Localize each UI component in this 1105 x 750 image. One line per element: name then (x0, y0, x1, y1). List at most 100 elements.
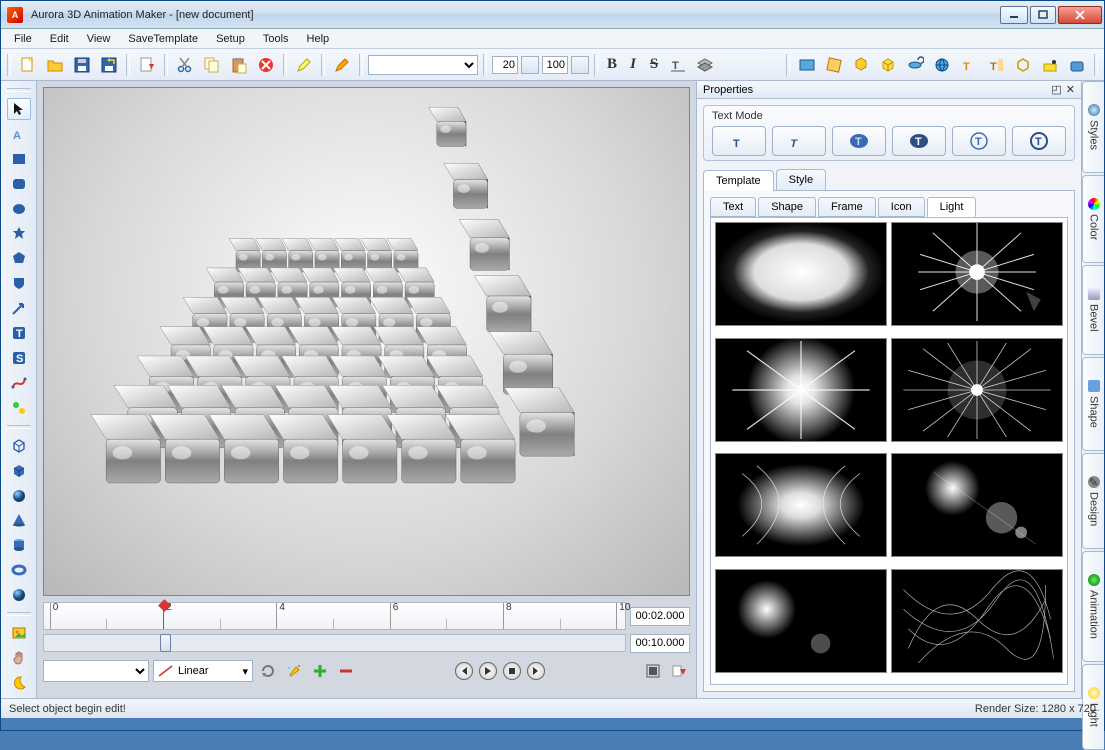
cube-solid-tool[interactable] (7, 460, 31, 482)
pencil-button[interactable] (330, 53, 354, 77)
sidetab-shape[interactable]: Shape (1082, 357, 1104, 451)
light-thumb-4[interactable] (891, 338, 1063, 442)
rt-5[interactable] (903, 53, 927, 77)
maximize-button[interactable] (1030, 6, 1056, 24)
delete-button[interactable] (254, 53, 278, 77)
arrow-tool[interactable] (7, 297, 31, 319)
rt-3[interactable] (849, 53, 873, 77)
textmode-1[interactable]: T (712, 126, 766, 156)
image-tool[interactable] (7, 622, 31, 644)
cone-tool[interactable] (7, 509, 31, 531)
subtab-icon[interactable]: Icon (878, 197, 925, 217)
rt-7[interactable]: T (957, 53, 981, 77)
rt-2[interactable] (822, 53, 846, 77)
curve-tool[interactable] (7, 372, 31, 394)
star-tool[interactable] (7, 223, 31, 245)
other-size-input[interactable] (542, 56, 568, 74)
gradient-tool[interactable] (7, 397, 31, 419)
rt-11[interactable] (1065, 53, 1089, 77)
viewport[interactable] (43, 87, 690, 596)
current-time[interactable]: 00:02.000 (630, 607, 690, 626)
menu-file[interactable]: File (7, 31, 39, 47)
light-thumb-2[interactable] (891, 222, 1063, 326)
highlighter-button[interactable] (292, 53, 316, 77)
light-thumb-8[interactable] (891, 569, 1063, 673)
sidetab-bevel[interactable]: Bevel (1082, 265, 1104, 355)
strike-button[interactable]: S (645, 53, 663, 77)
font-size-spinner[interactable] (521, 56, 539, 74)
subtab-shape[interactable]: Shape (758, 197, 816, 217)
export-anim-button[interactable] (668, 660, 690, 682)
total-time[interactable]: 00:10.000 (630, 634, 690, 653)
light-thumb-7[interactable] (715, 569, 887, 673)
menu-edit[interactable]: Edit (43, 31, 76, 47)
last-frame-button[interactable] (527, 662, 545, 680)
timeline-ruler[interactable]: 0 2 4 6 8 10 (43, 602, 626, 630)
open-button[interactable] (43, 53, 67, 77)
cut-button[interactable] (173, 53, 197, 77)
saveas-button[interactable] (97, 53, 121, 77)
minimize-button[interactable] (1000, 6, 1028, 24)
pointer-tool[interactable] (7, 98, 31, 120)
timeline-scrubber[interactable] (43, 634, 626, 652)
rect-tool[interactable] (7, 148, 31, 170)
cylinder-tool[interactable] (7, 534, 31, 556)
light-thumb-5[interactable] (715, 453, 887, 557)
props-close-button[interactable]: ✕ (1066, 83, 1075, 96)
save-button[interactable] (70, 53, 94, 77)
menu-help[interactable]: Help (300, 31, 337, 47)
subtab-frame[interactable]: Frame (818, 197, 876, 217)
menu-savetemplate[interactable]: SaveTemplate (121, 31, 205, 47)
fx-button[interactable] (283, 660, 305, 682)
loop-button[interactable] (257, 660, 279, 682)
first-frame-button[interactable] (455, 662, 473, 680)
text-tool[interactable]: A (7, 123, 31, 145)
tab-style[interactable]: Style (776, 169, 826, 190)
menu-setup[interactable]: Setup (209, 31, 252, 47)
menu-tools[interactable]: Tools (256, 31, 296, 47)
stop-button[interactable] (503, 662, 521, 680)
menu-view[interactable]: View (80, 31, 118, 47)
textmode-3[interactable]: T (832, 126, 886, 156)
font-size-input[interactable] (492, 56, 518, 74)
light-thumb-6[interactable] (891, 453, 1063, 557)
export-button[interactable] (135, 53, 159, 77)
rt-8[interactable]: T (984, 53, 1008, 77)
cube-outline-tool[interactable] (7, 435, 31, 457)
text-effect-button[interactable]: T (666, 53, 690, 77)
textmode-5[interactable]: T (952, 126, 1006, 156)
hand-tool[interactable] (7, 647, 31, 669)
play-button[interactable] (479, 662, 497, 680)
render-thumb-button[interactable] (642, 660, 664, 682)
remove-key-button[interactable] (335, 660, 357, 682)
polygon-tool[interactable] (7, 247, 31, 269)
subtab-text[interactable]: Text (710, 197, 756, 217)
rt-1[interactable] (795, 53, 819, 77)
sphere2-tool[interactable] (7, 584, 31, 606)
3dtext-t-tool[interactable]: T (7, 322, 31, 344)
easing-select[interactable]: Linear ▾ (153, 660, 253, 682)
rt-10[interactable] (1038, 53, 1062, 77)
close-button[interactable] (1058, 6, 1102, 24)
textmode-6[interactable]: T (1012, 126, 1066, 156)
3dtext-s-tool[interactable]: S (7, 347, 31, 369)
torus-tool[interactable] (7, 559, 31, 581)
italic-button[interactable]: I (624, 53, 642, 77)
sidetab-design[interactable]: ✎Design (1082, 453, 1104, 549)
anim-select[interactable] (43, 660, 149, 682)
font-select[interactable] (368, 55, 478, 75)
textmode-2[interactable]: T (772, 126, 826, 156)
sidetab-styles[interactable]: Styles (1082, 81, 1104, 173)
tab-template[interactable]: Template (703, 170, 774, 191)
moon-tool[interactable] (7, 672, 31, 694)
rt-4[interactable] (876, 53, 900, 77)
roundrect-tool[interactable] (7, 173, 31, 195)
sidetab-color[interactable]: Color (1082, 175, 1104, 263)
subtab-light[interactable]: Light (927, 197, 977, 217)
sphere-tool[interactable] (7, 485, 31, 507)
copy-button[interactable] (200, 53, 224, 77)
paste-button[interactable] (227, 53, 251, 77)
sidetab-animation[interactable]: Animation (1082, 551, 1104, 662)
props-float-button[interactable]: ◰ (1051, 83, 1061, 96)
rt-9[interactable] (1011, 53, 1035, 77)
